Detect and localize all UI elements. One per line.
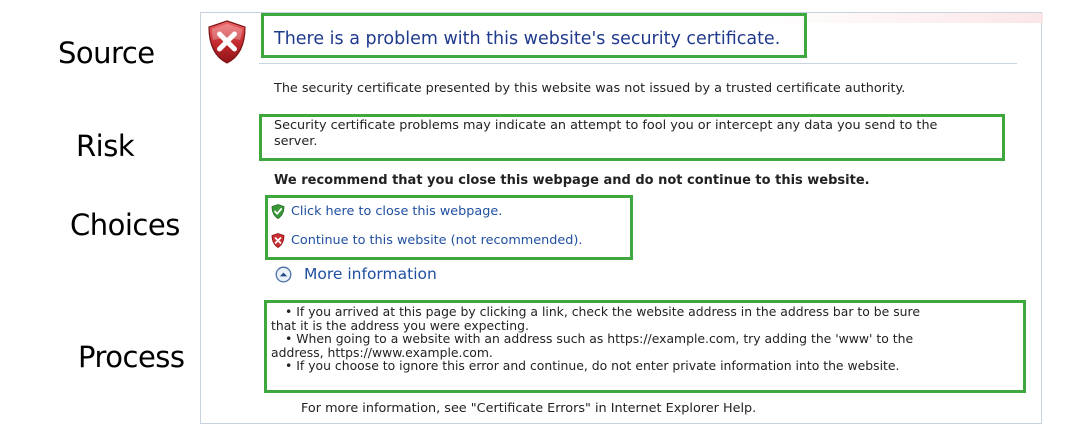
label-choices: Choices [70,208,180,242]
divider [259,63,1017,64]
not-trusted-text: The security certificate presented by th… [274,81,906,96]
label-source: Source [58,36,155,70]
circle-chevron-up-icon [275,266,292,282]
source-highlight-box [261,13,807,58]
more-information-toggle[interactable]: More information [275,265,437,283]
label-risk: Risk [76,129,135,163]
red-shield-x-icon [208,20,246,64]
footer-help-text: For more information, see "Certificate E… [301,401,757,416]
recommendation-text: We recommend that you close this webpage… [274,173,870,188]
choices-highlight-box [265,195,633,260]
process-highlight-box [264,300,1026,393]
more-information-label[interactable]: More information [304,265,437,283]
label-process: Process [78,340,185,374]
risk-highlight-box [259,114,1005,161]
